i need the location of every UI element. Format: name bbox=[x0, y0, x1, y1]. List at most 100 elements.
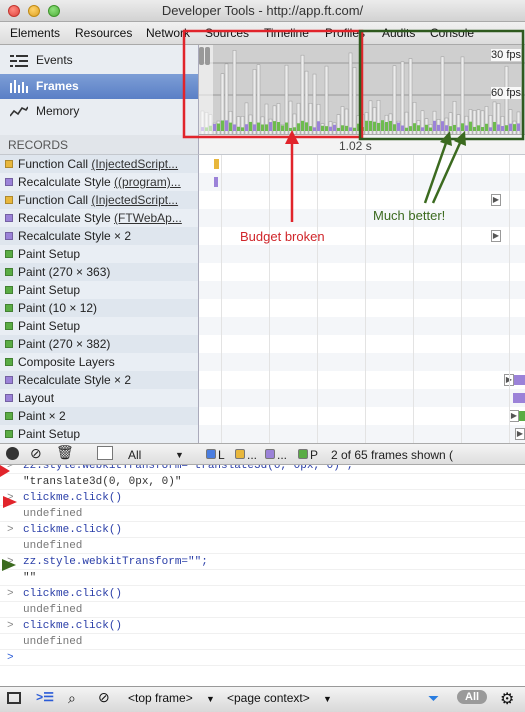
console-toggle-icon[interactable]: >☰ bbox=[36, 690, 54, 705]
clear-icon[interactable]: ⊘ bbox=[30, 445, 42, 462]
mode-events[interactable]: Events bbox=[0, 48, 198, 73]
search-icon[interactable]: ⌕ bbox=[68, 690, 76, 707]
frame-bar bbox=[384, 114, 389, 134]
panel-tabs: Elements Resources Network Sources Timel… bbox=[0, 22, 525, 45]
record-detail-link[interactable]: (InjectedScript... bbox=[91, 193, 178, 207]
console-line: > clickme.click() bbox=[0, 490, 525, 506]
record-type-swatch bbox=[5, 322, 13, 330]
timeline-row bbox=[199, 263, 525, 281]
record-row[interactable]: Paint Setup bbox=[0, 425, 198, 443]
frame-bar bbox=[456, 114, 461, 134]
record-row[interactable]: Recalculate Style (FTWebAp... bbox=[0, 209, 198, 227]
expand-record-icon[interactable]: ▶ bbox=[509, 410, 519, 422]
frame-bar bbox=[360, 114, 365, 134]
record-row[interactable]: Composite Layers bbox=[0, 353, 198, 371]
timeline-record-bar[interactable] bbox=[214, 159, 219, 169]
frames-overview[interactable]: 30 fps 60 fps bbox=[199, 45, 525, 135]
record-row[interactable]: Function Call (InjectedScript... bbox=[0, 155, 198, 173]
record-row[interactable]: Recalculate Style × 2 bbox=[0, 371, 198, 389]
record-detail-link[interactable]: (InjectedScript... bbox=[91, 157, 178, 171]
zoom-window-button[interactable] bbox=[48, 5, 60, 17]
tab-resources[interactable]: Resources bbox=[75, 26, 132, 40]
timeline-grid-line bbox=[509, 155, 510, 443]
timeline-row bbox=[199, 155, 525, 173]
frame-bar bbox=[400, 61, 405, 134]
frame-bar bbox=[332, 122, 337, 134]
loading-checkbox-label: L bbox=[218, 448, 225, 462]
record-row[interactable]: Paint × 2 bbox=[0, 407, 198, 425]
console-text: zz.style.webkitTransform=""; bbox=[23, 556, 208, 568]
painting-checkbox[interactable] bbox=[298, 449, 308, 459]
records-header: RECORDS bbox=[0, 135, 199, 155]
timeline-grid-line bbox=[461, 155, 462, 443]
expand-record-icon[interactable]: ▶ bbox=[491, 230, 501, 242]
selection-handle-right[interactable] bbox=[205, 47, 210, 65]
expand-record-icon[interactable]: ▶ bbox=[491, 194, 501, 206]
record-button[interactable] bbox=[6, 447, 19, 460]
tab-elements[interactable]: Elements bbox=[10, 26, 60, 40]
record-row[interactable]: Recalculate Style × 2 bbox=[0, 227, 198, 245]
rendering-checkbox[interactable] bbox=[265, 449, 275, 459]
dock-icon[interactable] bbox=[7, 692, 21, 704]
record-row[interactable]: Paint Setup bbox=[0, 245, 198, 263]
tab-console[interactable]: Console bbox=[430, 26, 474, 40]
close-window-button[interactable] bbox=[8, 5, 20, 17]
timeline-record-bar[interactable] bbox=[214, 177, 218, 187]
record-row[interactable]: Paint (270 × 363) bbox=[0, 263, 198, 281]
console-drawer[interactable]: > zz.style.webkitTransform="translate3d(0… bbox=[0, 465, 525, 686]
console-text: undefined bbox=[23, 604, 83, 616]
minimize-window-button[interactable] bbox=[28, 5, 40, 17]
tab-profiles[interactable]: Profiles bbox=[325, 26, 365, 40]
frame-bar bbox=[228, 110, 233, 134]
record-row[interactable]: Layout bbox=[0, 389, 198, 407]
timeline-record-bar[interactable] bbox=[513, 393, 525, 403]
frame-bar bbox=[220, 73, 225, 134]
record-type-swatch bbox=[5, 430, 13, 438]
timeline-mode-list: Events Frames Memory bbox=[0, 45, 199, 135]
window-title: Developer Tools - http://app.ft.com/ bbox=[161, 3, 364, 18]
record-row[interactable]: Paint Setup bbox=[0, 281, 198, 299]
tab-sources[interactable]: Sources bbox=[205, 26, 249, 40]
clear-console-icon[interactable]: ⊘ bbox=[98, 689, 110, 706]
mode-memory[interactable]: Memory bbox=[0, 99, 198, 124]
loading-checkbox[interactable] bbox=[206, 449, 216, 459]
console-text: undefined bbox=[23, 636, 83, 648]
glue-records-icon[interactable] bbox=[97, 446, 113, 460]
record-detail-link[interactable]: ((program)... bbox=[114, 175, 181, 189]
tab-timeline[interactable]: Timeline bbox=[264, 26, 309, 40]
filter-funnel-icon[interactable]: ⏷ bbox=[428, 690, 439, 707]
record-row[interactable]: Paint (270 × 382) bbox=[0, 335, 198, 353]
frame-bar bbox=[272, 105, 277, 134]
console-text: clickme.click() bbox=[23, 588, 123, 600]
all-levels-toggle[interactable]: All bbox=[457, 690, 488, 704]
tab-audits[interactable]: Audits bbox=[382, 26, 415, 40]
frame-bar bbox=[336, 114, 341, 134]
tab-network[interactable]: Network bbox=[146, 26, 190, 40]
frame-bar bbox=[488, 115, 493, 134]
filter-dropdown-icon[interactable]: ▼ bbox=[175, 450, 184, 460]
frame-select[interactable]: <top frame> bbox=[128, 691, 193, 705]
frame-bar bbox=[416, 120, 421, 134]
record-type-swatch bbox=[5, 304, 13, 312]
gear-icon[interactable]: ⚙ bbox=[500, 689, 514, 709]
console-prompt-icon: > bbox=[7, 588, 14, 600]
context-select[interactable]: <page context> bbox=[227, 691, 310, 705]
record-name: Paint Setup bbox=[18, 283, 81, 297]
selection-handle-left[interactable] bbox=[199, 47, 204, 65]
record-detail-link[interactable]: (FTWebAp... bbox=[114, 211, 182, 225]
frame-bar bbox=[444, 117, 449, 134]
record-name: Composite Layers bbox=[18, 355, 115, 369]
mode-frames[interactable]: Frames bbox=[0, 74, 198, 99]
record-row[interactable]: Paint (10 × 12) bbox=[0, 299, 198, 317]
timeline-row bbox=[199, 389, 525, 407]
scripting-checkbox[interactable] bbox=[235, 449, 245, 459]
trash-icon[interactable]: 🗑 bbox=[56, 444, 74, 461]
frames-icon bbox=[10, 80, 28, 93]
record-type-swatch bbox=[5, 376, 13, 384]
record-row[interactable]: Recalculate Style ((program)... bbox=[0, 173, 198, 191]
filter-select[interactable]: All bbox=[128, 448, 141, 462]
frame-bar bbox=[344, 108, 349, 134]
record-row[interactable]: Function Call (InjectedScript... bbox=[0, 191, 198, 209]
expand-record-icon[interactable]: ▶ bbox=[515, 428, 525, 440]
record-row[interactable]: Paint Setup bbox=[0, 317, 198, 335]
